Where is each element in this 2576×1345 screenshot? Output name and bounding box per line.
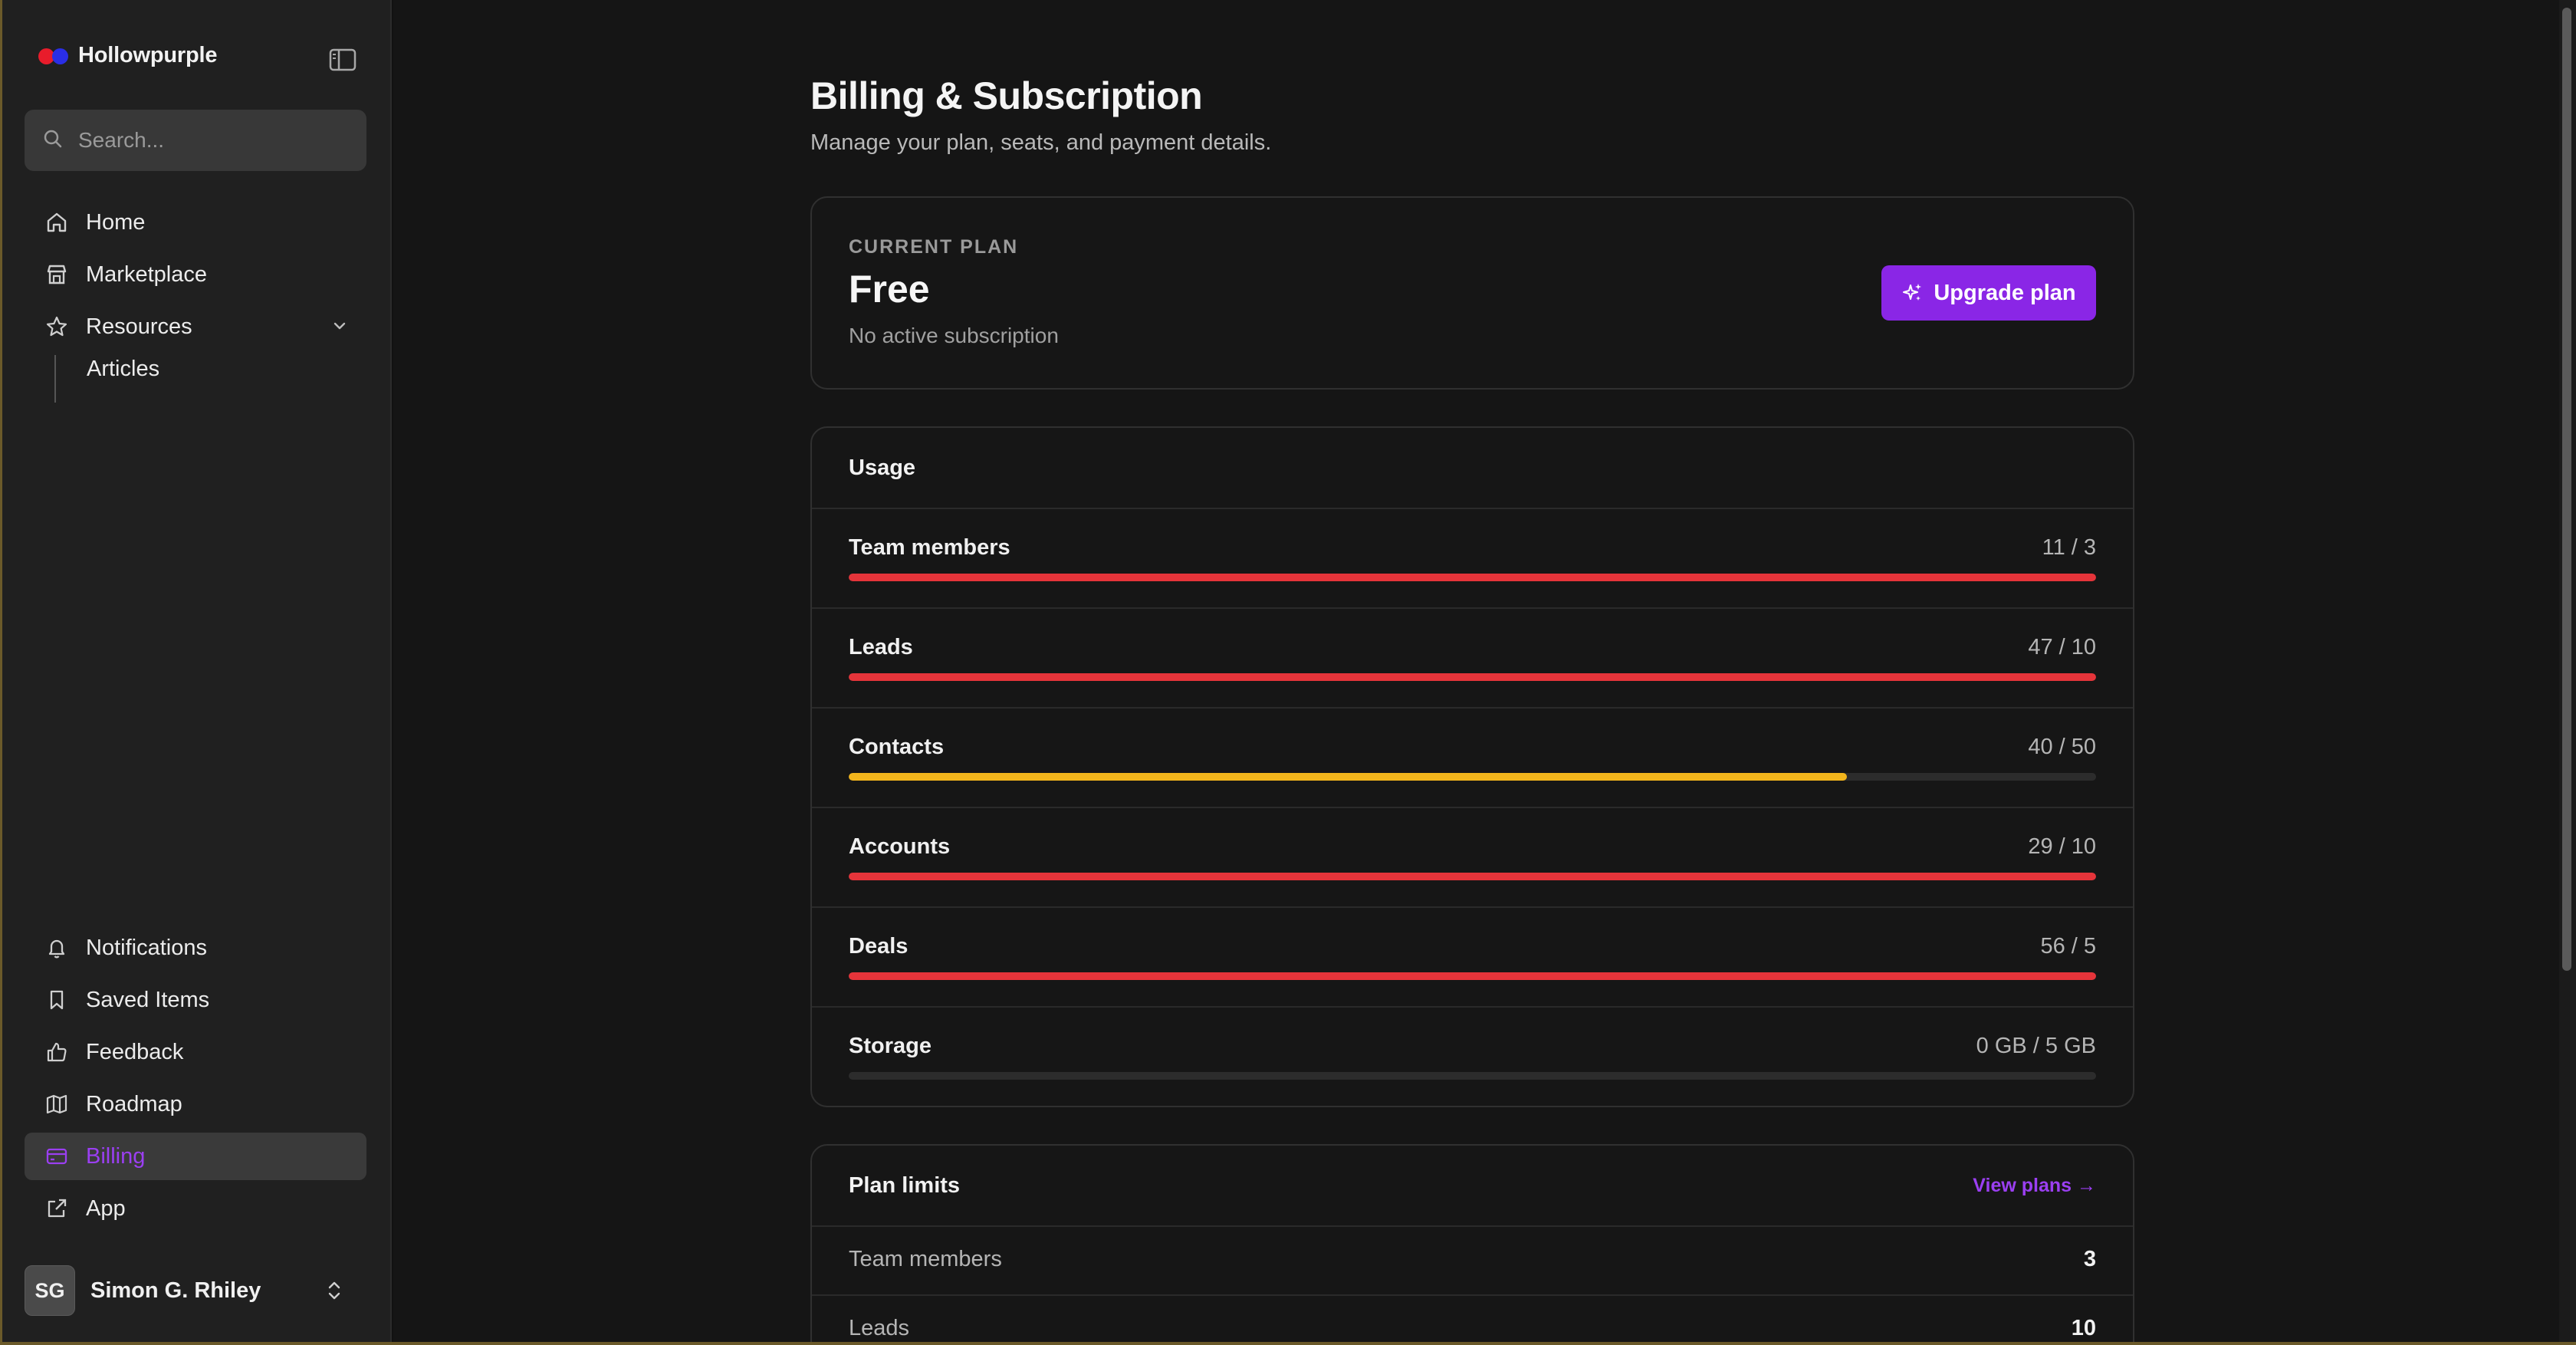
- sidebar-toggle-icon[interactable]: [328, 47, 357, 73]
- scrollbar-thumb[interactable]: [2562, 8, 2571, 971]
- plan-limits-card: Plan limits View plans → Team members 3 …: [810, 1144, 2134, 1345]
- usage-value: 11 / 3: [2042, 535, 2096, 560]
- usage-row: Team members 11 / 3: [812, 509, 2133, 609]
- usage-progress-bar: [849, 574, 2096, 581]
- limit-label: Leads: [849, 1316, 910, 1340]
- sidebar-item-notifications[interactable]: Notifications: [25, 924, 366, 972]
- usage-progress-bar: [849, 972, 2096, 980]
- sidebar-item-label: Marketplace: [86, 261, 207, 287]
- sidebar-item-label: Roadmap: [86, 1091, 182, 1116]
- usage-progress-fill: [849, 873, 2096, 880]
- upgrade-plan-button[interactable]: Upgrade plan: [1881, 265, 2096, 321]
- sidebar-item-marketplace[interactable]: Marketplace: [25, 251, 366, 298]
- star-icon: [44, 314, 69, 339]
- usage-value: 29 / 10: [2028, 834, 2096, 859]
- usage-label: Deals: [849, 934, 909, 959]
- usage-header: Usage: [812, 428, 2133, 509]
- brand-name: Hollowpurple: [78, 43, 218, 67]
- sidebar-item-feedback[interactable]: Feedback: [25, 1028, 366, 1076]
- usage-value: 47 / 10: [2028, 635, 2096, 659]
- submenu-divider: [54, 355, 56, 403]
- usage-label: Contacts: [849, 735, 945, 759]
- plan-name: Free: [849, 268, 930, 311]
- usage-label: Storage: [849, 1034, 932, 1058]
- limit-value: 3: [2083, 1247, 2096, 1271]
- sidebar-item-home[interactable]: Home: [25, 199, 366, 246]
- limit-value: 10: [2071, 1316, 2096, 1340]
- chevron-up-down-icon[interactable]: [324, 1279, 345, 1306]
- search-icon: [43, 129, 63, 153]
- usage-row: Storage 0 GB / 5 GB: [812, 1008, 2133, 1107]
- usage-progress-fill: [849, 773, 1847, 781]
- upgrade-plan-label: Upgrade plan: [1934, 280, 2076, 305]
- search-box[interactable]: [25, 110, 366, 171]
- credit-card-icon: [44, 1144, 69, 1169]
- plan-status: No active subscription: [849, 324, 1059, 347]
- usage-card: Usage Team members 11 / 3 Leads 47 / 10 …: [810, 426, 2134, 1107]
- page-subtitle: Manage your plan, seats, and payment det…: [810, 130, 1272, 155]
- page-title: Billing & Subscription: [810, 74, 1203, 117]
- sidebar: Hollowpurple Home Marketplace Resources …: [0, 0, 392, 1345]
- chevron-down-icon[interactable]: [330, 316, 350, 342]
- sidebar-item-label: Notifications: [86, 935, 207, 960]
- sidebar-item-label: Saved Items: [86, 987, 210, 1012]
- sidebar-item-billing[interactable]: Billing: [25, 1133, 366, 1180]
- sidebar-item-roadmap[interactable]: Roadmap: [25, 1080, 366, 1128]
- usage-value: 40 / 50: [2028, 735, 2096, 759]
- usage-progress-fill: [849, 673, 2096, 681]
- brand[interactable]: Hollowpurple: [38, 43, 217, 68]
- avatar: SG: [25, 1265, 75, 1316]
- usage-progress-bar: [849, 673, 2096, 681]
- usage-progress-fill: [849, 972, 2096, 980]
- usage-title: Usage: [849, 455, 916, 480]
- usage-row: Deals 56 / 5: [812, 908, 2133, 1008]
- sidebar-item-saved-items[interactable]: Saved Items: [25, 976, 366, 1024]
- usage-row: Leads 47 / 10: [812, 609, 2133, 709]
- sidebar-item-app[interactable]: App: [25, 1185, 366, 1232]
- map-icon: [44, 1092, 69, 1116]
- plan-limits-title: Plan limits: [849, 1173, 961, 1198]
- usage-progress-bar: [849, 1072, 2096, 1080]
- usage-row: Accounts 29 / 10: [812, 808, 2133, 908]
- usage-progress-bar: [849, 773, 2096, 781]
- current-plan-card: CURRENT PLAN Free No active subscription…: [810, 196, 2134, 390]
- usage-value: 56 / 5: [2040, 934, 2096, 959]
- external-link-icon: [44, 1196, 69, 1221]
- usage-value: 0 GB / 5 GB: [1976, 1034, 2096, 1058]
- brand-logo: [38, 45, 74, 67]
- user-menu[interactable]: SG Simon G. Rhiley: [25, 1265, 366, 1316]
- window-frame: [0, 1342, 2576, 1345]
- limit-label: Team members: [849, 1247, 1002, 1271]
- limit-row: Leads 10: [812, 1296, 2133, 1345]
- sidebar-item-label: Billing: [86, 1143, 146, 1169]
- bookmark-icon: [44, 988, 69, 1012]
- sidebar-item-label: Resources: [86, 314, 192, 339]
- usage-list: Team members 11 / 3 Leads 47 / 10 Contac…: [812, 509, 2133, 1107]
- main-content: Billing & Subscription Manage your plan,…: [393, 0, 2563, 1345]
- usage-label: Team members: [849, 535, 1010, 560]
- plan-eyebrow: CURRENT PLAN: [849, 236, 1019, 258]
- limit-row: Team members 3: [812, 1227, 2133, 1296]
- usage-row: Contacts 40 / 50: [812, 709, 2133, 808]
- bell-icon: [44, 936, 69, 960]
- view-plans-link[interactable]: View plans →: [1973, 1175, 2096, 1197]
- sidebar-item-label: Feedback: [86, 1039, 184, 1064]
- search-input[interactable]: [78, 128, 354, 153]
- usage-progress-fill: [849, 574, 2096, 581]
- home-icon: [44, 210, 69, 235]
- sidebar-item-resources[interactable]: Resources: [25, 303, 366, 350]
- usage-label: Accounts: [849, 834, 951, 859]
- window-frame: [0, 0, 2, 1345]
- sidebar-item-label: App: [86, 1195, 126, 1221]
- thumbs-up-icon: [44, 1040, 69, 1064]
- store-icon: [44, 262, 69, 287]
- usage-label: Leads: [849, 635, 913, 659]
- sparkles-icon: [1901, 281, 1924, 304]
- sidebar-item-articles[interactable]: Articles: [87, 357, 159, 382]
- plan-limits-header: Plan limits View plans →: [812, 1146, 2133, 1227]
- usage-progress-bar: [849, 873, 2096, 880]
- user-name: Simon G. Rhiley: [90, 1278, 261, 1303]
- sidebar-item-label: Home: [86, 209, 146, 235]
